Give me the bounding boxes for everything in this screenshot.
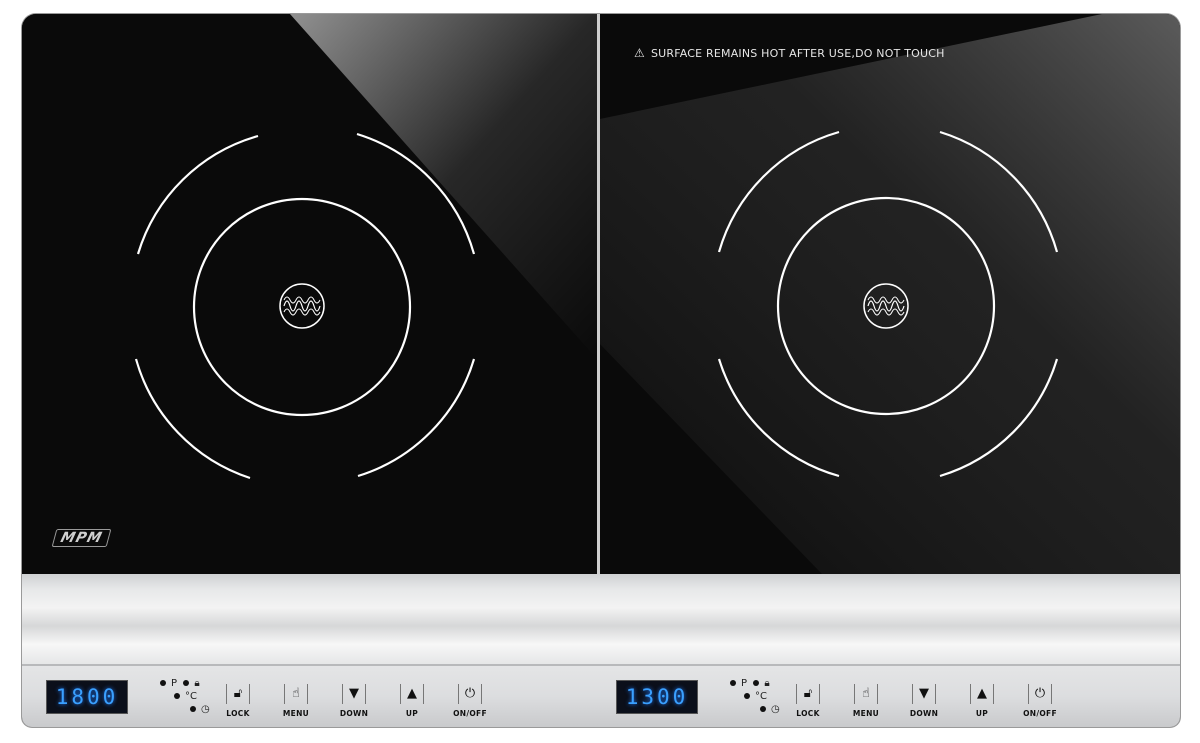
zone-2-down-button[interactable]: ▼ DOWN: [899, 682, 949, 718]
lock-indicator-icon: 🔒︎: [194, 678, 200, 689]
hot-surface-warning: ⚠ SURFACE REMAINS HOT AFTER USE,DO NOT T…: [634, 46, 945, 60]
power-icon: ⏻: [458, 684, 482, 704]
zone-divider: [597, 14, 600, 574]
zone-2-power-button[interactable]: ⏻ ON/OFF: [1015, 682, 1065, 718]
warning-triangle-icon: ⚠: [634, 46, 645, 60]
zone-1-menu-button[interactable]: ☝︎ MENU: [271, 682, 321, 718]
zone-2-menu-button[interactable]: ☝︎ MENU: [841, 682, 891, 718]
lock-icon: 🔓︎: [796, 684, 820, 704]
zone-2-lock-button[interactable]: 🔓︎ LOCK: [783, 682, 833, 718]
zone-1-celsius-indicator: °C: [185, 691, 197, 702]
zone-1-down-button[interactable]: ▼ DOWN: [329, 682, 379, 718]
zone-2-p-indicator: P: [741, 678, 748, 689]
lock-icon: 🔓︎: [226, 684, 250, 704]
power-icon: ⏻: [1028, 684, 1052, 704]
brand-logo: MPM: [51, 529, 112, 547]
zone-1-indicators: P 🔒︎ °C ◷: [160, 677, 210, 716]
lock-indicator-icon: 🔒︎: [764, 678, 770, 689]
induction-cooktop: ⚠ SURFACE REMAINS HOT AFTER USE,DO NOT T…: [22, 14, 1180, 727]
triangle-up-icon: ▲: [400, 684, 424, 704]
zone-1-up-button[interactable]: ▲ UP: [387, 682, 437, 718]
zone-1-lock-button[interactable]: 🔓︎ LOCK: [213, 682, 263, 718]
triangle-down-icon: ▼: [912, 684, 936, 704]
panel-divider-line: [22, 664, 1180, 666]
zone-1-display: 1800: [46, 680, 128, 714]
zone-2-up-button[interactable]: ▲ UP: [957, 682, 1007, 718]
clock-indicator-icon: ◷: [771, 704, 780, 715]
clock-indicator-icon: ◷: [201, 704, 210, 715]
zone-1-p-indicator: P: [171, 678, 178, 689]
hand-icon: ☝︎: [854, 684, 878, 704]
hand-icon: ☝︎: [284, 684, 308, 704]
control-panel: 1800 P 🔒︎ °C ◷ 🔓︎ LOCK ☝︎ MENU ▼ DOWN ▲ …: [22, 574, 1180, 727]
triangle-down-icon: ▼: [342, 684, 366, 704]
glass-surface: [22, 14, 1180, 574]
triangle-up-icon: ▲: [970, 684, 994, 704]
zone-2-display: 1300: [616, 680, 698, 714]
warning-text: SURFACE REMAINS HOT AFTER USE,DO NOT TOU…: [650, 46, 945, 60]
zone-2-celsius-indicator: °C: [755, 691, 767, 702]
zone-1-power-button[interactable]: ⏻ ON/OFF: [445, 682, 495, 718]
zone-2-indicators: P 🔒︎ °C ◷: [730, 677, 780, 716]
